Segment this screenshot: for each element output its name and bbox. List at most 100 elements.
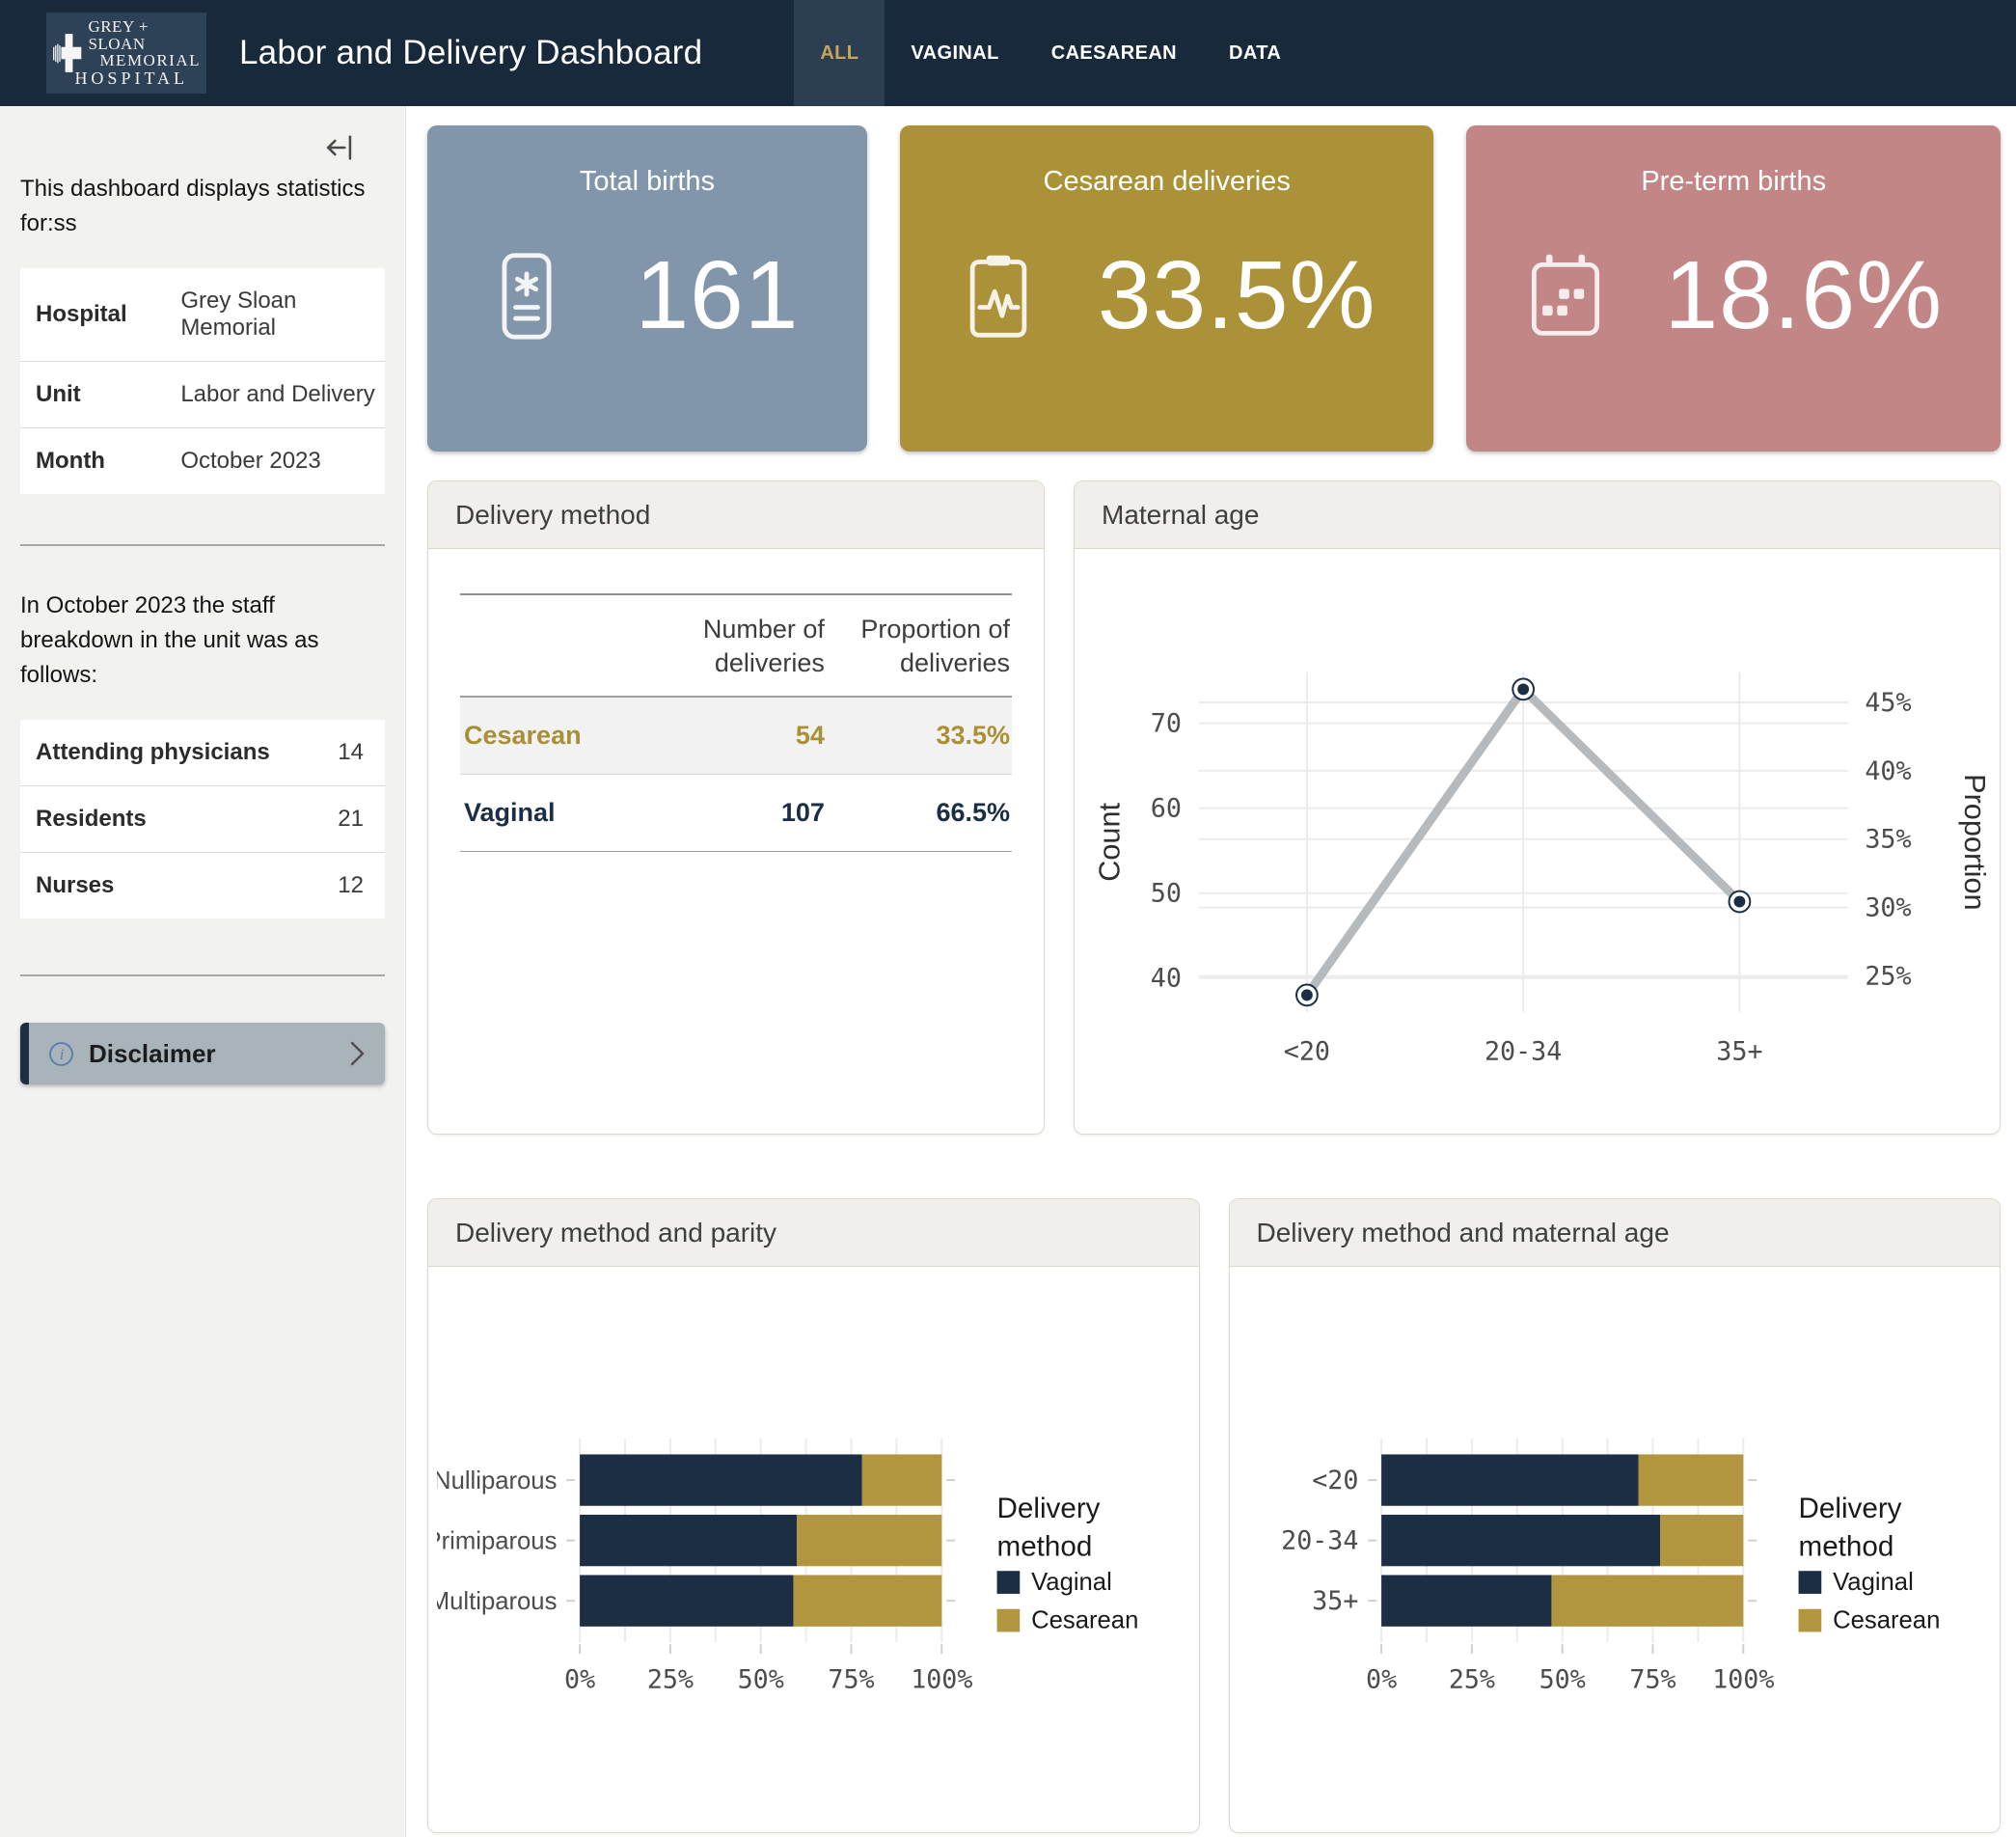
tab-caesarean[interactable]: CAESAREAN [1025, 0, 1203, 106]
table-row-vaginal: Vaginal 107 66.5% [460, 775, 1012, 852]
sidebar-divider [20, 544, 385, 546]
cell-count: 54 [659, 697, 827, 775]
svg-text:60: 60 [1150, 793, 1181, 823]
value-box-value: 18.6% [1664, 240, 2001, 351]
column-header: Number of deliveries [659, 594, 827, 697]
tab-vaginal[interactable]: VAGINAL [885, 0, 1024, 106]
page-title: Labor and Delivery Dashboard [239, 34, 702, 72]
svg-text:Cesarean: Cesarean [1031, 1606, 1138, 1633]
staff-table: Attending physicians 14 Residents 21 Nur… [20, 720, 385, 918]
delivery-method-table: Number of deliveries Proportion of deliv… [460, 593, 1012, 852]
cell-proportion: 33.5% [827, 697, 1012, 775]
logo-text: GREY + SLOAN MEMORIAL HOSPITAL [88, 18, 201, 88]
svg-text:i: i [60, 1047, 64, 1063]
svg-text:25%: 25% [1865, 961, 1911, 991]
svg-text:Count: Count [1093, 802, 1126, 881]
clipboard-pulse-icon [900, 248, 1098, 344]
svg-text:35%: 35% [1865, 824, 1911, 854]
chevron-right-icon [350, 1040, 366, 1067]
logo-line3: HOSPITAL [74, 69, 201, 88]
delivery-parity-card: Delivery method and parity NulliparousPr… [427, 1198, 1200, 1833]
delivery-maternal-age-chart: <2020-3435+0%25%50%75%100%Deliverymethod… [1230, 1274, 2001, 1826]
main-content: Total births 161 [406, 106, 2016, 1837]
svg-text:100%: 100% [1712, 1664, 1774, 1694]
svg-text:25%: 25% [1449, 1664, 1495, 1694]
svg-text:Cesarean: Cesarean [1833, 1606, 1940, 1633]
svg-text:<20: <20 [1283, 1036, 1329, 1066]
value-box-title: Pre-term births [1466, 125, 2001, 198]
svg-text:35+: 35+ [1312, 1586, 1358, 1616]
value-box-preterm: Pre-term births [1466, 125, 2001, 452]
value-box-title: Total births [427, 125, 867, 198]
value-box-total-births: Total births 161 [427, 125, 867, 452]
svg-text:25%: 25% [647, 1664, 694, 1694]
svg-text:method: method [997, 1530, 1093, 1562]
info-label: Hospital [20, 268, 180, 362]
table-row: Month October 2023 [20, 428, 385, 495]
svg-text:100%: 100% [911, 1664, 972, 1694]
table-row: Nurses 12 [20, 853, 385, 919]
card-title: Delivery method and parity [428, 1199, 1199, 1267]
svg-text:50%: 50% [1539, 1664, 1585, 1694]
svg-text:Primiparous: Primiparous [437, 1527, 557, 1554]
hospital-logo: GREY + SLOAN MEMORIAL HOSPITAL [46, 13, 206, 94]
svg-text:Vaginal: Vaginal [1031, 1568, 1112, 1595]
svg-text:50: 50 [1150, 878, 1181, 908]
svg-text:Delivery: Delivery [997, 1492, 1101, 1523]
row-label: Cesarean [460, 697, 659, 775]
svg-text:50%: 50% [738, 1664, 784, 1694]
table-row: Attending physicians 14 [20, 720, 385, 786]
column-header: Proportion of deliveries [827, 594, 1012, 697]
row-label: Vaginal [460, 775, 659, 852]
svg-text:Multiparous: Multiparous [437, 1588, 557, 1615]
sidebar-collapse-icon[interactable] [324, 131, 357, 164]
cell-proportion: 66.5% [827, 775, 1012, 852]
svg-text:70: 70 [1150, 708, 1181, 738]
brand: GREY + SLOAN MEMORIAL HOSPITAL Labor and… [0, 0, 702, 106]
info-icon: i [48, 1041, 74, 1067]
disclaimer-label: Disclaimer [89, 1039, 216, 1069]
value-box-value: 161 [625, 240, 867, 351]
svg-text:75%: 75% [829, 1664, 875, 1694]
tab-all[interactable]: ALL [794, 0, 885, 106]
staff-value: 12 [297, 853, 385, 919]
svg-text:75%: 75% [1629, 1664, 1675, 1694]
svg-text:35+: 35+ [1716, 1036, 1762, 1066]
sidebar: This dashboard displays statistics for:s… [0, 106, 406, 1837]
staff-intro: In October 2023 the staff breakdown in t… [20, 589, 385, 693]
svg-text:Vaginal: Vaginal [1833, 1568, 1914, 1595]
tab-data[interactable]: DATA [1203, 0, 1307, 106]
value-box-row: Total births 161 [427, 125, 2001, 452]
cell-count: 107 [659, 775, 827, 852]
table-row-cesarean: Cesarean 54 33.5% [460, 697, 1012, 775]
value-box-value: 33.5% [1098, 240, 1434, 351]
navbar: GREY + SLOAN MEMORIAL HOSPITAL Labor and… [0, 0, 2016, 106]
disclaimer-button[interactable]: i Disclaimer [20, 1023, 385, 1084]
delivery-method-card: Delivery method Number of deliveries Pro… [427, 480, 1045, 1135]
delivery-maternal-age-card: Delivery method and maternal age <2020-3… [1229, 1198, 2002, 1833]
info-label: Month [20, 428, 180, 495]
table-row: Unit Labor and Delivery [20, 362, 385, 428]
svg-text:40: 40 [1150, 963, 1181, 993]
unit-info-table: Hospital Grey Sloan Memorial Unit Labor … [20, 268, 385, 494]
svg-text:40%: 40% [1865, 755, 1911, 785]
svg-text:45%: 45% [1865, 687, 1911, 717]
svg-text:20-34: 20-34 [1281, 1525, 1358, 1555]
staff-value: 21 [297, 786, 385, 853]
maternal-age-card: Maternal age 4050607025%30%35%40%45%<202… [1074, 480, 2001, 1135]
value-box-title: Cesarean deliveries [900, 125, 1434, 198]
logo-line1: GREY + SLOAN [88, 18, 201, 52]
svg-text:<20: <20 [1312, 1465, 1358, 1494]
svg-text:0%: 0% [1366, 1664, 1397, 1694]
table-row: Hospital Grey Sloan Memorial [20, 268, 385, 362]
table-row: Residents 21 [20, 786, 385, 853]
staff-label: Attending physicians [20, 720, 297, 786]
file-medical-icon [427, 248, 625, 344]
svg-text:20-34: 20-34 [1484, 1036, 1561, 1066]
svg-text:30%: 30% [1865, 892, 1911, 922]
nav-tabs: ALL VAGINAL CAESAREAN DATA [794, 0, 1307, 106]
logo-line2: MEMORIAL [99, 52, 201, 69]
value-box-cesarean: Cesarean deliveries 33.5% [900, 125, 1434, 452]
delivery-parity-chart: NulliparousPrimiparousMultiparous0%25%50… [428, 1274, 1199, 1826]
sidebar-intro: This dashboard displays statistics for:s… [20, 172, 385, 241]
